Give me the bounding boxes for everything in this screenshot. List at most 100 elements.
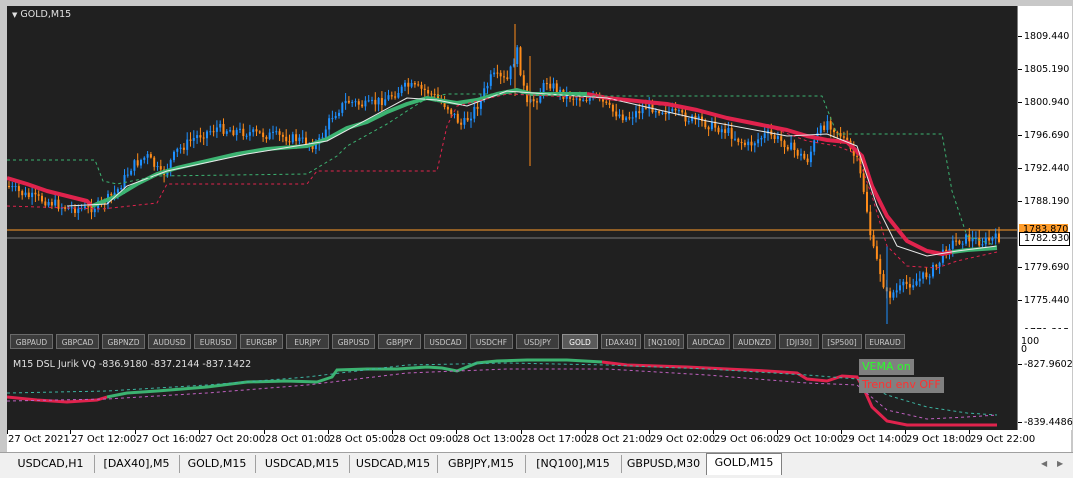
symbol-button[interactable]: GBPNZD <box>102 334 145 349</box>
symbol-button[interactable]: AUDCAD <box>687 334 730 349</box>
triangle-down-icon[interactable]: ▼ <box>12 11 17 19</box>
price-tick <box>1018 267 1022 268</box>
candle-body <box>463 117 466 125</box>
candle-body <box>737 138 740 143</box>
scale-separator: 100 0 <box>1017 329 1072 355</box>
candle-body <box>628 117 631 119</box>
symbol-button[interactable]: USDJPY <box>516 334 559 349</box>
price-tick <box>1018 168 1022 169</box>
tab-active[interactable]: GOLD,M15 <box>706 453 782 475</box>
chart-tab[interactable]: [NQ100],M15 <box>525 455 622 473</box>
symbol-button[interactable]: GBPCAD <box>56 334 99 349</box>
candle-body <box>334 115 337 119</box>
candle-body <box>760 138 763 140</box>
time-label: 28 Oct 21:00 <box>586 434 652 445</box>
chart-tab[interactable]: GBPJPY,M15 <box>437 455 526 473</box>
candle-body <box>915 281 918 286</box>
candle-body <box>331 118 334 120</box>
scroll-left-icon[interactable]: ◀ <box>1041 459 1047 468</box>
symbol-button[interactable]: AUDUSD <box>148 334 191 349</box>
symbol-button[interactable]: EURJPY <box>286 334 329 349</box>
symbol-button[interactable]: AUDNZD <box>733 334 776 349</box>
candle-body <box>265 137 268 139</box>
chart-tab[interactable]: GOLD,M15 <box>179 455 256 473</box>
time-label: 28 Oct 13:00 <box>457 434 523 445</box>
candle-body <box>912 285 915 288</box>
symbol-button[interactable]: GBPAUD <box>10 334 53 349</box>
candle-body <box>879 258 882 275</box>
candle-body <box>285 136 288 142</box>
symbol-button[interactable]: [NQ100] <box>644 334 684 349</box>
time-label: 28 Oct 17:00 <box>522 434 588 445</box>
candle-body <box>687 121 690 123</box>
candle-body <box>229 130 232 132</box>
chart-tab[interactable]: USDCAD,M15 <box>349 455 438 473</box>
symbol-button[interactable]: EURGBP <box>240 334 283 349</box>
candle-body <box>753 143 756 146</box>
candle-body <box>978 237 981 246</box>
candle-body <box>641 107 644 114</box>
candle-body <box>809 151 812 163</box>
symbol-button[interactable]: USDCAD <box>424 334 467 349</box>
candle-body <box>958 240 961 244</box>
candle-body <box>50 202 53 206</box>
symbol-button[interactable]: EURUSD <box>194 334 237 349</box>
candle-body <box>374 99 377 105</box>
candle-body <box>301 137 304 139</box>
candle-body <box>635 111 637 118</box>
candle-body <box>842 136 845 138</box>
time-axis[interactable]: 27 Oct 2021 27 Oct 12:00 27 Oct 16:00 27 Oc… <box>7 430 1071 452</box>
candle-body <box>509 66 512 80</box>
candle-body <box>644 107 647 109</box>
candle-body <box>232 130 235 136</box>
symbol-button[interactable]: [DAX40] <box>601 334 641 349</box>
time-label: 29 Oct 10:00 <box>778 434 844 445</box>
candle-body <box>664 112 667 115</box>
candle-body <box>496 72 499 74</box>
symbol-button[interactable]: [DJI30] <box>779 334 819 349</box>
chart-tab[interactable]: [DAX40],M5 <box>94 455 180 473</box>
symbol-button[interactable]: USDCHF <box>470 334 513 349</box>
chart-tab[interactable]: USDCAD,M15 <box>255 455 350 473</box>
vema-status: VEMA on <box>859 359 914 375</box>
candlestick-chart <box>6 24 1017 324</box>
candle-body <box>918 278 921 282</box>
candle-body <box>430 93 433 95</box>
candle-body <box>951 240 954 249</box>
candle-body <box>291 134 294 143</box>
candle-body <box>734 138 736 140</box>
candle-body <box>248 132 251 136</box>
price-scale[interactable]: 1809.440 1805.190 1800.940 1796.690 1792.440… <box>1017 6 1072 338</box>
candle-body <box>364 100 367 107</box>
indicator-title: M15 DSL Jurik VQ -836.9180 -837.2144 -83… <box>13 359 252 370</box>
candle-body <box>77 208 80 213</box>
candle-body <box>608 102 611 105</box>
candle-body <box>727 128 730 133</box>
symbol-button[interactable]: GOLD <box>562 334 598 349</box>
candle-body <box>757 139 760 144</box>
price-tick <box>1018 300 1022 301</box>
symbol-button[interactable]: GBPUSD <box>332 334 375 349</box>
candle-body <box>377 98 380 105</box>
chart-tab[interactable]: USDCAD,H1 <box>7 455 95 473</box>
candle-body <box>806 158 809 163</box>
candle-body <box>11 186 14 188</box>
price-chart-panel[interactable] <box>6 6 1017 329</box>
candle-body <box>189 139 192 141</box>
scroll-right-icon[interactable]: ▶ <box>1057 459 1063 468</box>
price-label: 1809.440 <box>1024 31 1070 42</box>
time-label: 27 Oct 12:00 <box>71 434 137 445</box>
candle-body <box>192 137 195 141</box>
price-label: 1792.440 <box>1024 163 1070 174</box>
symbol-button[interactable]: EURAUD <box>865 334 905 349</box>
indicator-scale[interactable]: -827.9602 -839.4486 <box>1017 355 1073 430</box>
symbol-button[interactable]: GBPJPY <box>378 334 421 349</box>
candle-body <box>14 186 17 188</box>
chart-tab[interactable]: GBPUSD,M30 <box>621 455 707 473</box>
candle-body <box>684 112 687 122</box>
symbol-button[interactable]: [SP500] <box>822 334 862 349</box>
price-label: 1775.440 <box>1024 295 1070 306</box>
candle-body <box>202 137 205 139</box>
candle-body <box>522 75 525 86</box>
candle-body <box>974 237 977 239</box>
